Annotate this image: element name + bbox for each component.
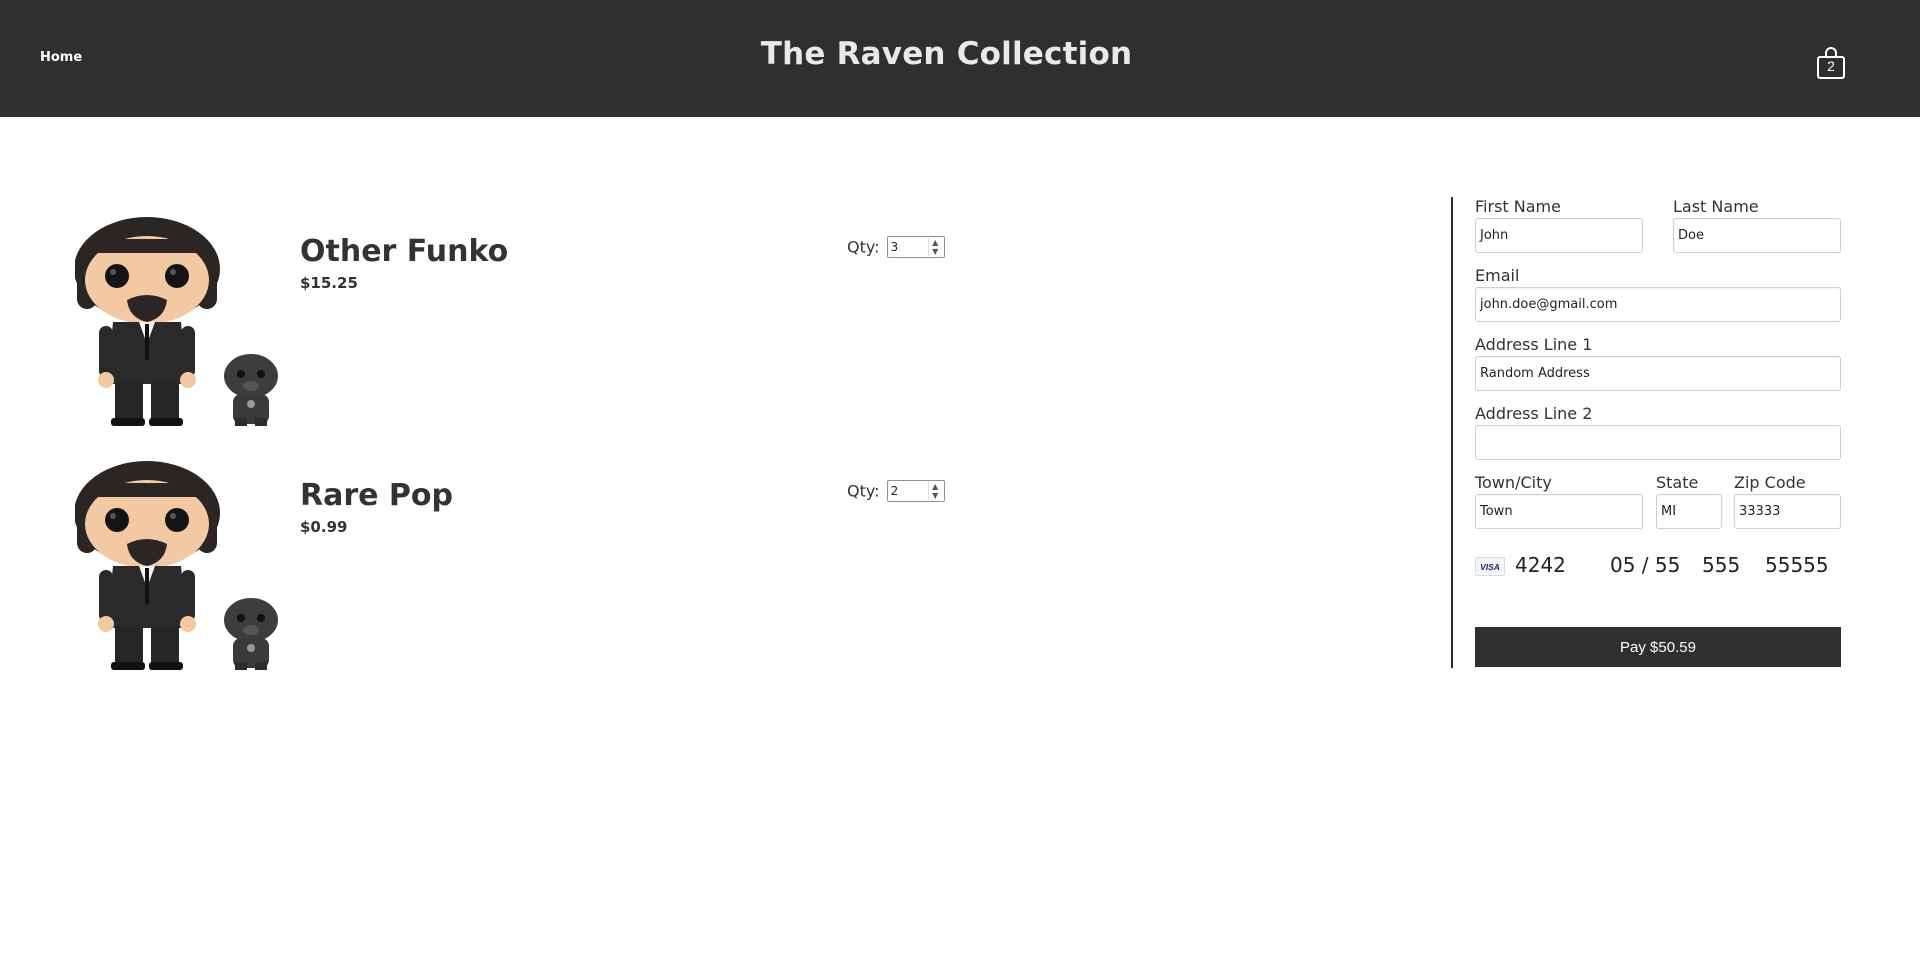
funko-figure-image <box>75 217 278 426</box>
first-name-value: John <box>1480 228 1509 243</box>
zip-code-group: Zip Code 33333 <box>1734 473 1841 529</box>
item-name: Other Funko <box>300 234 509 269</box>
site-title: The Raven Collection <box>760 36 1133 72</box>
qty-group: Qty: 2 ▲ ▼ <box>847 480 945 502</box>
address-line-2-input[interactable] <box>1475 425 1841 460</box>
stepper-arrows-icon[interactable]: ▲ ▼ <box>927 482 942 500</box>
quantity-stepper[interactable]: 2 ▲ ▼ <box>886 480 945 502</box>
address-line-1-value: Random Address <box>1480 366 1590 381</box>
item-name: Rare Pop <box>300 478 454 513</box>
cart-item: Rare Pop $0.99 Qty: 2 ▲ ▼ <box>75 448 975 670</box>
card-zip-input[interactable]: 55555 <box>1765 553 1829 577</box>
state-group: State MI <box>1656 473 1722 529</box>
state-label: State <box>1656 473 1699 492</box>
quantity-value: 3 <box>890 240 899 254</box>
cart-button[interactable]: 2 <box>1816 46 1846 80</box>
last-name-group: Last Name Doe <box>1673 197 1841 253</box>
qty-label: Qty: <box>847 237 880 257</box>
card-input[interactable]: VISA 4242 05 / 55 555 55555 <box>1475 553 1841 583</box>
zip-code-input[interactable]: 33333 <box>1734 494 1841 529</box>
visa-brand-text: VISA <box>1480 562 1500 572</box>
checkout-form: First Name John Last Name Doe Email john… <box>1451 197 1851 668</box>
item-price: $0.99 <box>300 518 348 536</box>
visa-card-icon: VISA <box>1475 557 1505 576</box>
quantity-value: 2 <box>890 484 899 498</box>
email-group: Email john.doe@gmail.com <box>1475 266 1841 322</box>
zip-code-label: Zip Code <box>1734 473 1806 492</box>
state-value: MI <box>1661 504 1677 519</box>
address-line-2-group: Address Line 2 <box>1475 404 1841 460</box>
cart-count-badge: 2 <box>1827 58 1835 74</box>
site-header: Home The Raven Collection 2 <box>0 0 1920 117</box>
first-name-group: First Name John <box>1475 197 1643 253</box>
cart-item: Other Funko $15.25 Qty: 3 ▲ ▼ <box>75 204 975 426</box>
quantity-stepper[interactable]: 3 ▲ ▼ <box>886 236 945 258</box>
card-expiry-input[interactable]: 05 / 55 <box>1610 553 1680 577</box>
town-city-value: Town <box>1480 504 1513 519</box>
state-input[interactable]: MI <box>1656 494 1722 529</box>
town-city-group: Town/City Town <box>1475 473 1643 529</box>
card-cvc-input[interactable]: 555 <box>1702 553 1740 577</box>
card-number-input[interactable]: 4242 <box>1515 553 1566 577</box>
email-input[interactable]: john.doe@gmail.com <box>1475 287 1841 322</box>
last-name-value: Doe <box>1678 228 1704 243</box>
qty-label: Qty: <box>847 481 880 501</box>
last-name-label: Last Name <box>1673 197 1759 216</box>
town-city-label: Town/City <box>1475 473 1552 492</box>
funko-figure-image <box>75 461 278 670</box>
pay-button[interactable]: Pay $50.59 <box>1475 627 1841 667</box>
first-name-label: First Name <box>1475 197 1561 216</box>
address-line-1-group: Address Line 1 Random Address <box>1475 335 1841 391</box>
town-city-input[interactable]: Town <box>1475 494 1643 529</box>
email-label: Email <box>1475 266 1520 285</box>
item-price: $15.25 <box>300 274 358 292</box>
address-line-1-label: Address Line 1 <box>1475 335 1593 354</box>
stepper-arrows-icon[interactable]: ▲ ▼ <box>927 238 942 256</box>
address-line-2-label: Address Line 2 <box>1475 404 1593 423</box>
qty-group: Qty: 3 ▲ ▼ <box>847 236 945 258</box>
first-name-input[interactable]: John <box>1475 218 1643 253</box>
address-line-1-input[interactable]: Random Address <box>1475 356 1841 391</box>
zip-code-value: 33333 <box>1739 504 1781 519</box>
last-name-input[interactable]: Doe <box>1673 218 1841 253</box>
email-value: john.doe@gmail.com <box>1480 297 1618 312</box>
